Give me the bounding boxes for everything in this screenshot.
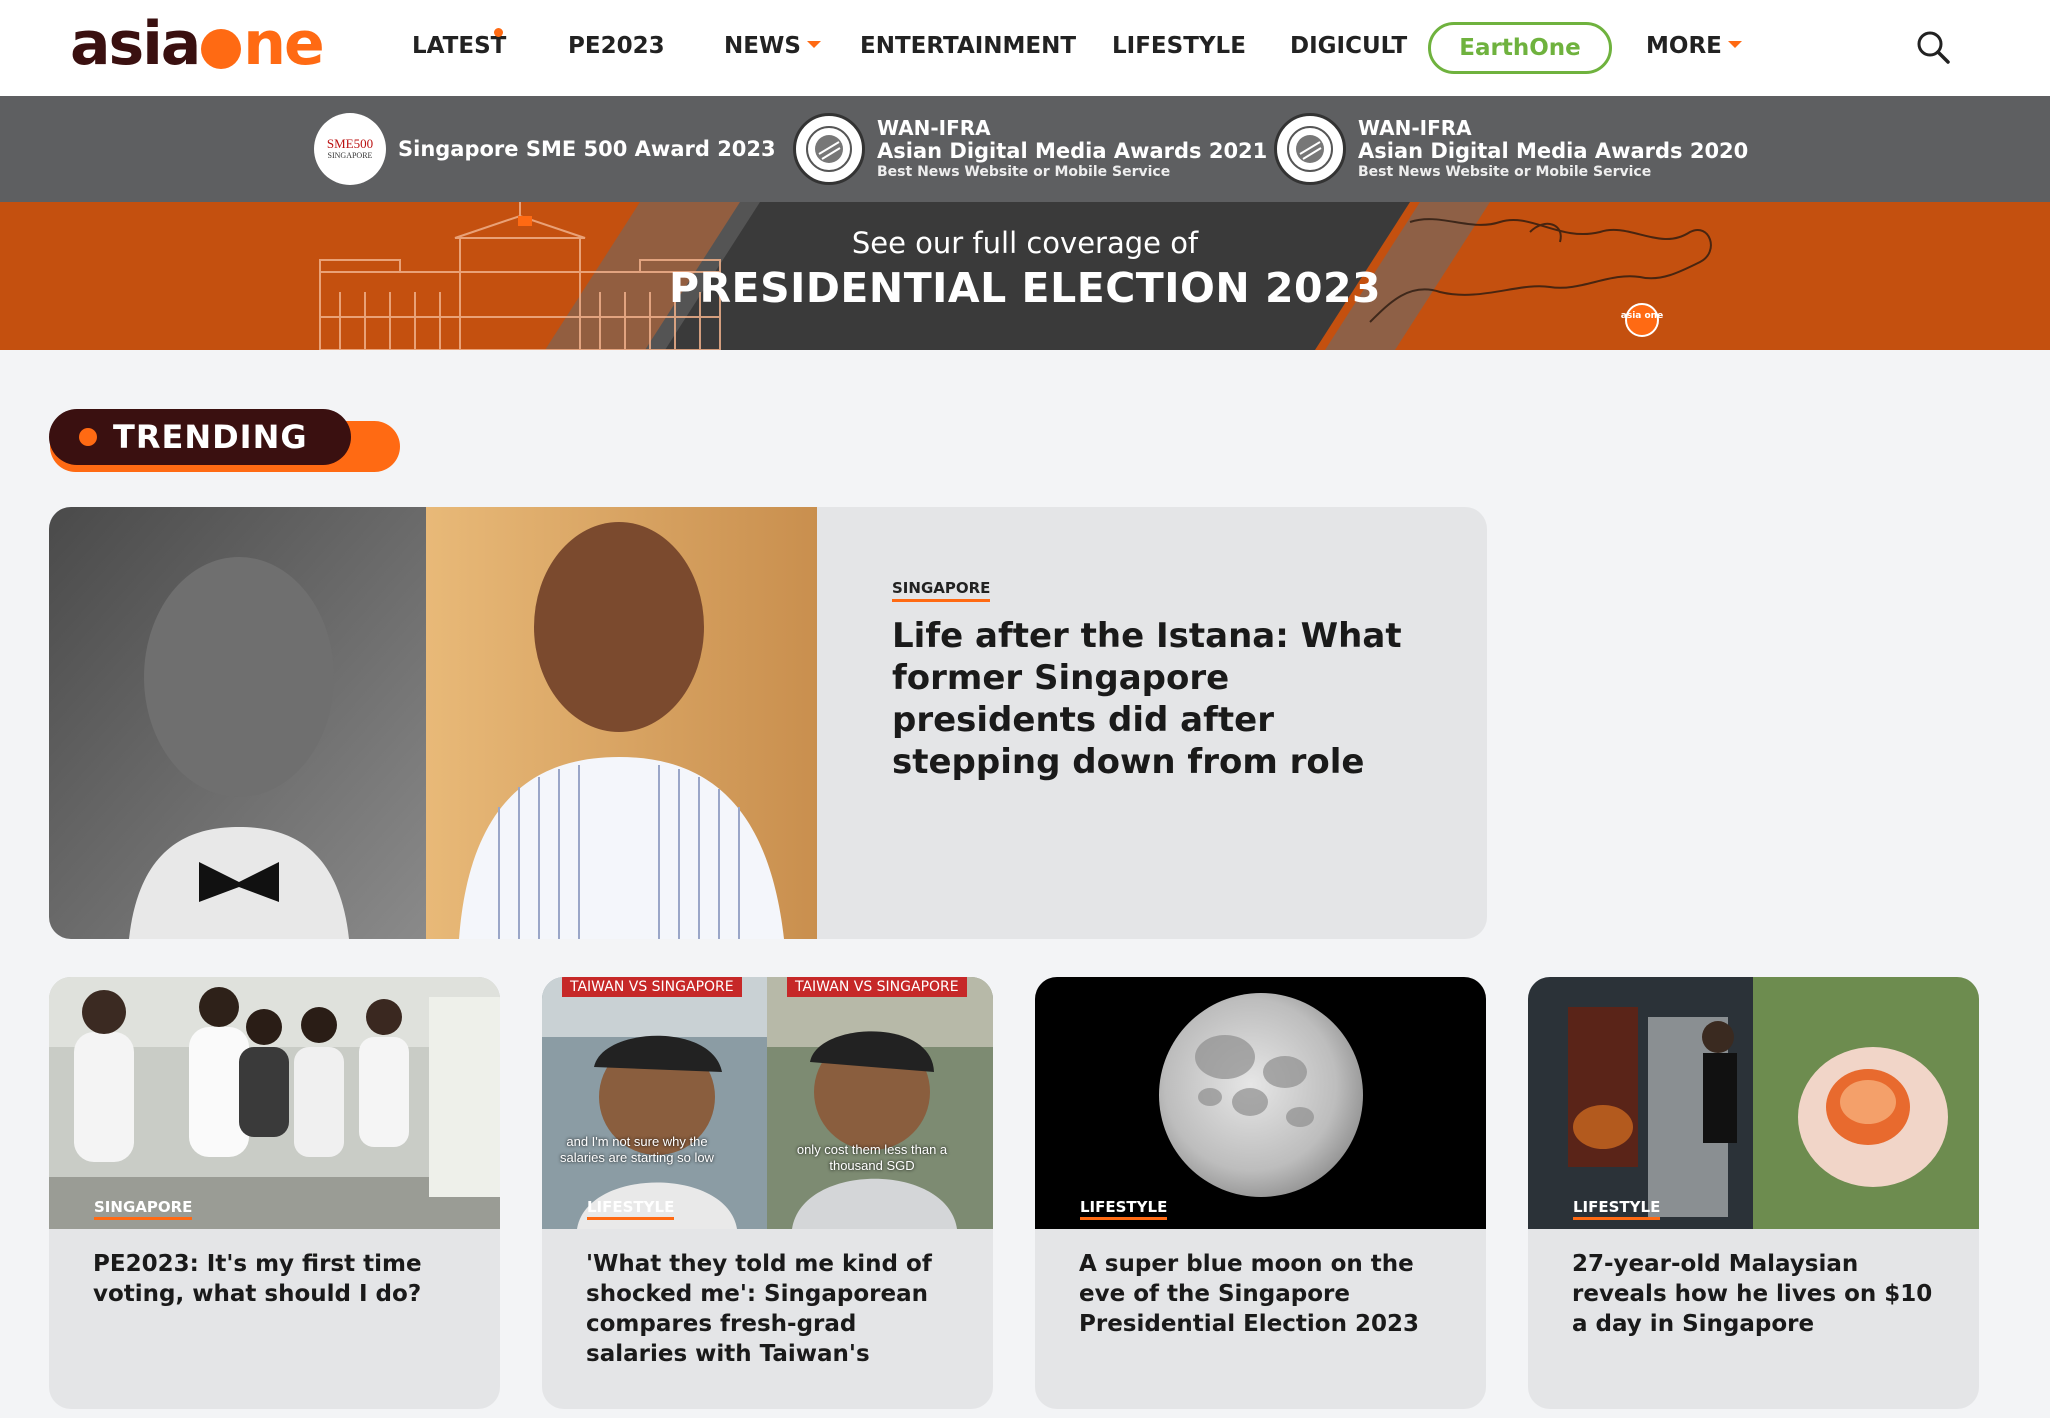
nav-digicult-label: DIGICULT (1290, 33, 1408, 59)
nav-more-label: MORE (1646, 33, 1722, 59)
feature-article-card[interactable]: SINGAPORE Life after the Istana: What fo… (49, 507, 1487, 939)
nav-latest[interactable]: LATEST (412, 33, 506, 59)
card-title-link[interactable]: A super blue moon on the eve of the Sing… (1079, 1249, 1454, 1339)
nav-entertainment-label: ENTERTAINMENT (860, 33, 1077, 59)
feature-title-link[interactable]: Life after the Istana: What former Singa… (892, 615, 1432, 783)
article-card-image[interactable]: TAIWAN VS SINGAPORE TAIWAN VS SINGAPORE … (542, 977, 993, 1229)
card-title-link[interactable]: 'What they told me kind of shocked me': … (586, 1249, 961, 1369)
awards-bar: SME500 SINGAPORE Singapore SME 500 Award … (0, 96, 2050, 202)
award-sme500-title: Singapore SME 500 Award 2023 (398, 137, 776, 161)
main-nav: LATEST PE2023 NEWS ENTERTAINMENT LIFESTY… (0, 0, 2050, 96)
nav-latest-label: LATEST (412, 33, 507, 59)
nav-pe2023-label: PE2023 (568, 33, 665, 59)
trending-heading: TRENDING (49, 409, 351, 465)
article-card[interactable]: TAIWAN VS SINGAPORE TAIWAN VS SINGAPORE … (542, 977, 993, 1409)
wan-ifra-badge-icon (1274, 113, 1346, 185)
wan-ifra-badge-icon (793, 113, 865, 185)
card-category-link[interactable]: SINGAPORE (94, 1198, 193, 1220)
article-card[interactable]: LIFESTYLE 27-year-old Malaysian reveals … (1528, 977, 1979, 1409)
election-banner-subtitle: See our full coverage of (851, 226, 1199, 260)
latest-notification-dot (494, 28, 503, 37)
chevron-down-icon (1727, 41, 1742, 48)
election-banner-title: PRESIDENTIAL ELECTION 2023 (668, 264, 1382, 312)
banner-asiaone-badge: asia one (1621, 311, 1663, 321)
search-icon[interactable] (1914, 28, 1954, 68)
chevron-down-icon (806, 41, 821, 48)
sme500-badge-sub: SINGAPORE (327, 150, 373, 160)
award-2020-category: Best News Website or Mobile Service (1358, 164, 1652, 180)
feature-category-link[interactable]: SINGAPORE (892, 579, 991, 602)
article-card-image[interactable] (1035, 977, 1486, 1229)
nav-digicult[interactable]: DIGICULT (1290, 33, 1407, 59)
award-wanifra-2020: WAN-IFRA Asian Digital Media Awards 2020… (1274, 110, 1748, 188)
image-caption: only cost them less than a thousand SGD (796, 1142, 948, 1173)
article-card[interactable]: LIFESTYLE A super blue moon on the eve o… (1035, 977, 1486, 1409)
nav-lifestyle[interactable]: LIFESTYLE (1112, 33, 1246, 59)
nav-news[interactable]: NEWS (724, 33, 821, 59)
image-overlay-label: TAIWAN VS SINGAPORE (562, 977, 742, 997)
nav-lifestyle-label: LIFESTYLE (1112, 33, 1246, 59)
card-title-link[interactable]: PE2023: It's my first time voting, what … (93, 1249, 468, 1309)
article-card[interactable]: SINGAPORE PE2023: It's my first time vot… (49, 977, 500, 1409)
nav-entertainment[interactable]: ENTERTAINMENT (860, 33, 1076, 59)
sme500-badge-icon: SME500 SINGAPORE (314, 113, 386, 185)
site-header: asia ne LATEST PE2023 NEWS ENTERTAINMENT … (0, 0, 2050, 96)
card-category-link[interactable]: LIFESTYLE (1573, 1198, 1661, 1220)
award-2020-title: Asian Digital Media Awards 2020 (1358, 139, 1749, 163)
award-2021-title: Asian Digital Media Awards 2021 (877, 139, 1268, 163)
sme500-badge-text: SME500 (326, 136, 374, 152)
image-caption: and I'm not sure why the salaries are st… (560, 1134, 714, 1165)
award-2020-org: WAN-IFRA (1358, 116, 1472, 140)
award-2021-org: WAN-IFRA (877, 116, 991, 140)
nav-news-label: NEWS (724, 33, 801, 59)
award-sme500: SME500 SINGAPORE Singapore SME 500 Award … (314, 110, 776, 188)
article-card-image[interactable] (1528, 977, 1979, 1229)
election-coverage-banner[interactable]: asia one See our full coverage of PRESID… (0, 202, 2050, 350)
trending-dot-icon (79, 428, 97, 446)
nav-earthone-button[interactable]: EarthOne (1428, 22, 1612, 74)
nav-earthone-label: EarthOne (1459, 35, 1581, 61)
nav-more[interactable]: MORE (1646, 33, 1742, 59)
card-category-link[interactable]: LIFESTYLE (1080, 1198, 1168, 1220)
feature-article-image[interactable] (49, 507, 817, 939)
article-card-image[interactable] (49, 977, 500, 1229)
card-category-link[interactable]: LIFESTYLE (587, 1198, 675, 1220)
nav-pe2023[interactable]: PE2023 (568, 33, 665, 59)
image-overlay-label: TAIWAN VS SINGAPORE (787, 977, 967, 997)
award-2021-category: Best News Website or Mobile Service (877, 164, 1171, 180)
trending-label: TRENDING (113, 418, 308, 456)
award-wanifra-2021: WAN-IFRA Asian Digital Media Awards 2021… (793, 110, 1267, 188)
card-title-link[interactable]: 27-year-old Malaysian reveals how he liv… (1572, 1249, 1947, 1339)
